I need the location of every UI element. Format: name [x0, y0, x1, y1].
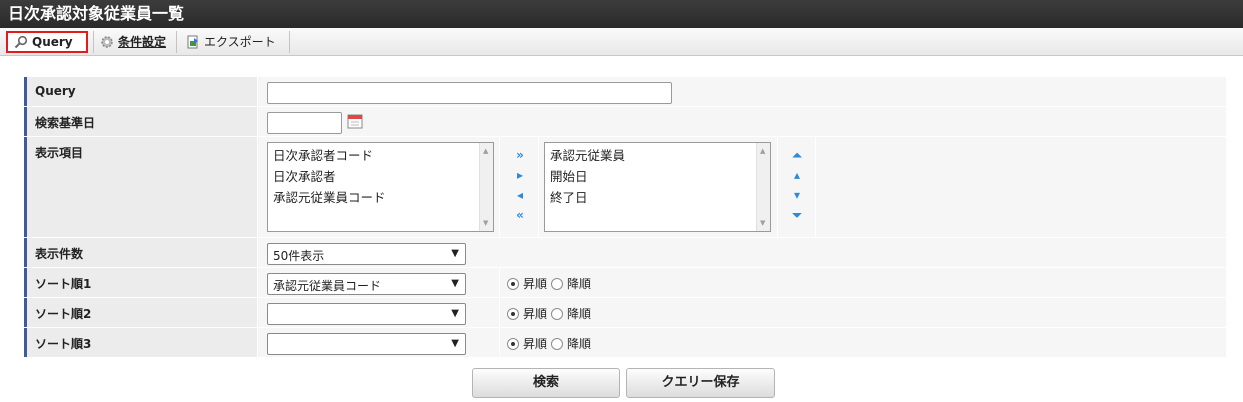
- sort2-asc-label: 昇順: [523, 307, 548, 321]
- available-items-list[interactable]: 日次承認者コード 日次承認者 承認元従業員コード ▲ ▼: [267, 142, 494, 232]
- search-icon: [14, 35, 28, 49]
- scrollbar[interactable]: ▲ ▼: [756, 143, 770, 231]
- display-items-row: 表示項目 日次承認者コード 日次承認者 承認元従業員コード ▲ ▼ » ▸ ◂ «…: [24, 137, 1226, 238]
- list-item[interactable]: 開始日: [550, 167, 765, 188]
- list-item[interactable]: 承認元従業員コード: [273, 188, 488, 209]
- chevron-down-icon: ▼: [451, 308, 459, 319]
- sort2-desc-label: 降順: [567, 307, 592, 321]
- move-right-icon[interactable]: ▸: [513, 168, 527, 182]
- sort3-desc-label: 降順: [567, 337, 592, 351]
- list-item[interactable]: 終了日: [550, 188, 765, 209]
- sort1-desc-label: 降順: [567, 277, 592, 291]
- search-button[interactable]: 検索: [472, 368, 620, 398]
- export-tab[interactable]: エクスポート: [180, 31, 282, 53]
- base-date-row: 検索基準日: [24, 107, 1226, 137]
- selected-items-list[interactable]: 承認元従業員 開始日 終了日 ▲ ▼: [544, 142, 771, 232]
- count-row: 表示件数 50件表示 ▼: [24, 238, 1226, 268]
- move-left-icon[interactable]: ◂: [513, 188, 527, 202]
- query-tab[interactable]: Query: [6, 31, 88, 53]
- sort2-asc-radio[interactable]: [507, 307, 519, 320]
- calendar-icon[interactable]: [347, 113, 363, 129]
- export-icon: [186, 35, 200, 49]
- sort2-label: ソート順2: [24, 298, 258, 327]
- move-bottom-icon[interactable]: ⏷: [790, 208, 804, 222]
- toolbar: Query 条件設定 エクスポート: [0, 28, 1243, 56]
- base-date-label: 検索基準日: [24, 107, 258, 136]
- move-down-icon[interactable]: ▾: [790, 188, 804, 202]
- query-tab-label: Query: [32, 35, 73, 49]
- list-item[interactable]: 日次承認者コード: [273, 146, 488, 167]
- sort1-row: ソート順1 承認元従業員コード ▼ 昇順 降順: [24, 268, 1226, 298]
- chevron-down-icon: ▼: [451, 278, 459, 289]
- sort3-asc-label: 昇順: [523, 337, 548, 351]
- query-input[interactable]: [267, 82, 672, 104]
- list-item[interactable]: 日次承認者: [273, 167, 488, 188]
- window-title: 日次承認対象従業員一覧: [0, 0, 1243, 28]
- query-label: Query: [24, 77, 258, 106]
- export-tab-label: エクスポート: [204, 35, 276, 49]
- move-all-right-icon[interactable]: »: [513, 148, 527, 162]
- sort1-asc-radio[interactable]: [507, 277, 519, 290]
- chevron-down-icon: ▼: [451, 248, 459, 259]
- chevron-down-icon: ▼: [451, 338, 459, 349]
- sort3-label: ソート順3: [24, 328, 258, 357]
- conditions-tab[interactable]: 条件設定: [94, 31, 172, 53]
- sort2-row: ソート順2 ▼ 昇順 降順: [24, 298, 1226, 328]
- sort2-desc-radio[interactable]: [551, 307, 564, 320]
- sort3-select[interactable]: ▼: [267, 333, 466, 355]
- count-select-value: 50件表示: [273, 249, 325, 263]
- sort3-asc-radio[interactable]: [507, 337, 519, 350]
- count-select[interactable]: 50件表示 ▼: [267, 243, 466, 265]
- gear-icon: [100, 35, 114, 49]
- conditions-tab-label: 条件設定: [118, 35, 167, 49]
- sort2-select[interactable]: ▼: [267, 303, 466, 325]
- count-label: 表示件数: [24, 238, 258, 267]
- move-all-left-icon[interactable]: «: [513, 208, 527, 222]
- sort1-label: ソート順1: [24, 268, 258, 297]
- sort1-desc-radio[interactable]: [551, 277, 564, 290]
- list-item[interactable]: 承認元従業員: [550, 146, 765, 167]
- sort1-select[interactable]: 承認元従業員コード ▼: [267, 273, 466, 295]
- sort3-row: ソート順3 ▼ 昇順 降順: [24, 328, 1226, 358]
- sort1-asc-label: 昇順: [523, 277, 548, 291]
- sort1-order: 昇順 降順: [507, 275, 591, 292]
- sort3-order: 昇順 降順: [507, 335, 591, 352]
- base-date-input[interactable]: [267, 112, 342, 134]
- save-query-button[interactable]: クエリー保存: [626, 368, 775, 398]
- scrollbar[interactable]: ▲ ▼: [479, 143, 493, 231]
- query-row: Query: [24, 77, 1226, 107]
- sort2-order: 昇順 降順: [507, 305, 591, 322]
- move-up-icon[interactable]: ▴: [790, 168, 804, 182]
- display-items-label: 表示項目: [24, 137, 258, 237]
- sort1-select-value: 承認元従業員コード: [273, 279, 382, 293]
- move-top-icon[interactable]: ⏶: [790, 148, 804, 162]
- sort3-desc-radio[interactable]: [551, 337, 564, 350]
